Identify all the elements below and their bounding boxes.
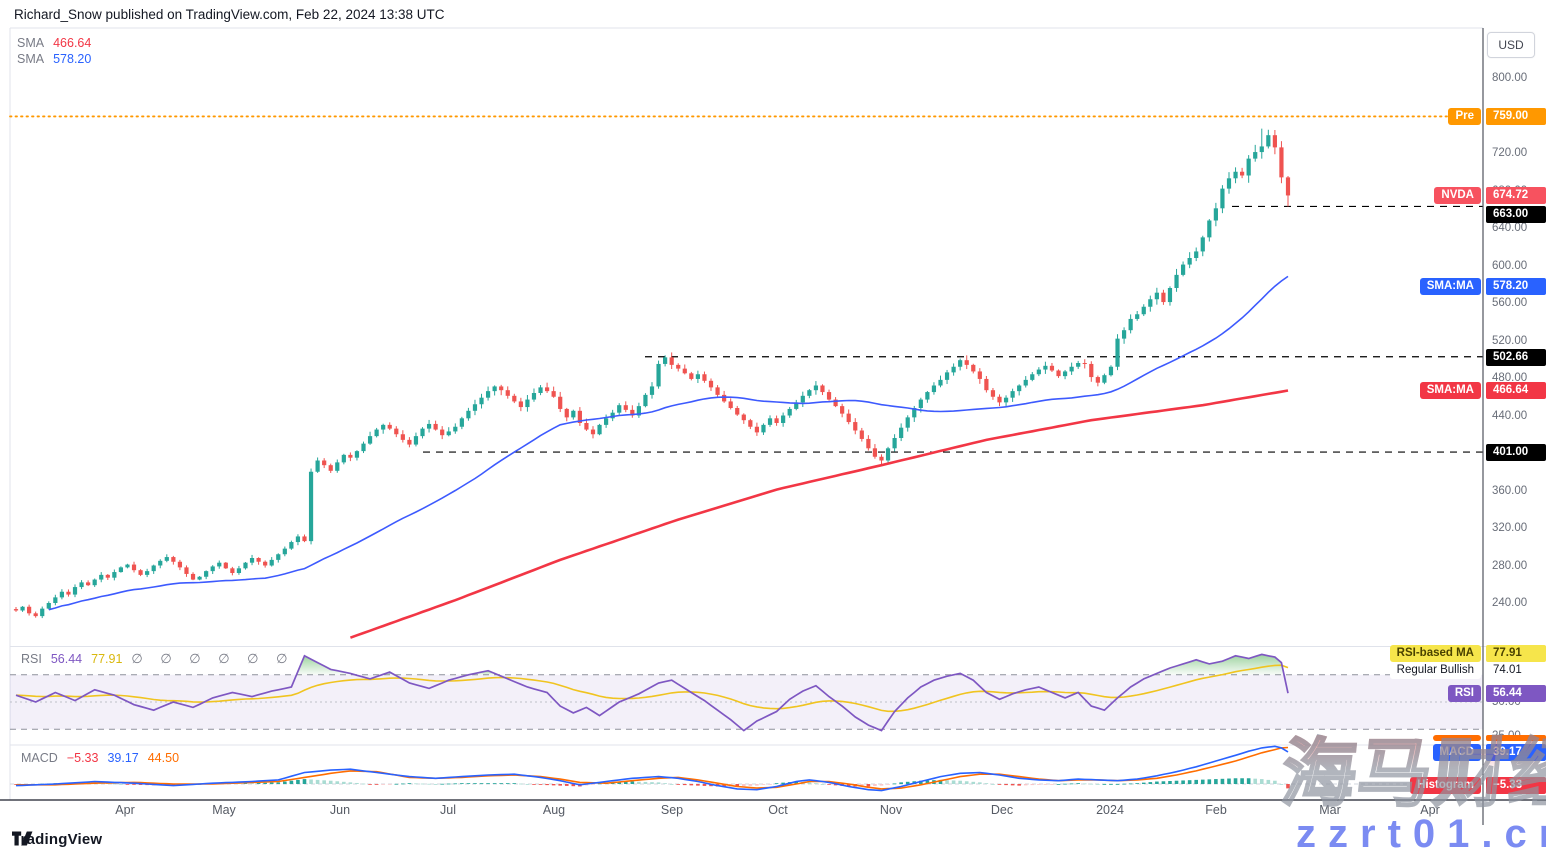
axis-value-chip: 759.00 [1486,108,1546,125]
axis-tag-chip: Pre [1448,108,1481,125]
axis-value-chip: 502.66 [1486,349,1546,366]
month-label: Dec [991,803,1013,817]
price-tick: 520.00 [1492,333,1527,349]
price-tick: 800.00 [1492,70,1527,86]
sma-fast-value: 466.64 [53,35,91,51]
axis-value-chip: 77.91 [1486,645,1546,662]
sma-fast-row: SMA 466.64 [17,35,91,51]
month-label: Sep [661,803,683,817]
watermark-chinese: 海马财经 [1278,735,1546,813]
candles-layer [14,129,1290,618]
sma-fast-label: SMA [17,35,44,51]
month-label: Nov [880,803,902,817]
sma-slow-row: SMA 578.20 [17,51,91,67]
price-tick: 240.00 [1492,595,1527,611]
month-label: 2024 [1096,803,1124,817]
macd-signal-value: 44.50 [148,751,179,765]
tradingview-chart-page: Richard_Snow published on TradingView.co… [0,0,1546,857]
month-label: Jul [440,803,456,817]
axis-value-chip: 56.44 [1486,685,1546,702]
main-chart-svg[interactable] [0,0,1546,857]
month-label: Apr [115,803,134,817]
axis-tag-chip: RSI [1448,685,1481,702]
currency-toggle-button[interactable]: USD [1487,32,1535,58]
price-tick: 600.00 [1492,258,1527,274]
macd-hist-value: −5.33 [67,751,99,765]
axis-value-chip: 401.00 [1486,444,1546,461]
month-label: Aug [543,803,565,817]
macd-label: MACD [21,751,58,765]
price-tick: 560.00 [1492,295,1527,311]
month-label: Jun [330,803,350,817]
price-tick: 320.00 [1492,520,1527,536]
axis-tag-chip: NVDA [1434,187,1481,204]
rsi-value: 56.44 [51,652,82,666]
axis-tag-chip: SMA:MA [1420,278,1481,295]
axis-value-chip: 74.01 [1486,662,1546,679]
axis-tag-chip: RSI-based MA [1390,645,1481,662]
macd-line-value: 39.17 [107,751,138,765]
macd-legend: MACD −5.33 39.17 44.50 [21,751,179,765]
price-tick: 360.00 [1492,483,1527,499]
axis-value-chip: 663.00 [1486,206,1546,223]
rsi-label: RSI [21,652,42,666]
axis-tag-chip: SMA:MA [1420,382,1481,399]
sma200-line [350,391,1288,638]
rsi-overbought-fill [1154,654,1285,674]
watermark-site: zzrt01.cn [1296,812,1546,857]
sma-slow-label: SMA [17,51,44,67]
month-label: Feb [1205,803,1227,817]
tradingview-link[interactable]: TradingView [12,831,102,848]
axis-value-chip: 578.20 [1486,278,1546,295]
axis-value-chip: 674.72 [1486,187,1546,204]
sma-legend: SMA 466.64 SMA 578.20 [17,35,91,67]
rsi-empty-icons: ∅ ∅ ∅ ∅ ∅ ∅ [131,651,294,667]
price-tick: 720.00 [1492,145,1527,161]
sma-slow-value: 578.20 [53,51,91,67]
tradingview-logo-icon [12,831,36,846]
month-label: May [212,803,236,817]
month-label: Oct [768,803,787,817]
price-tick: 280.00 [1492,558,1527,574]
axis-tag-chip: Regular Bullish [1390,662,1481,679]
rsi-ma-value: 77.91 [91,652,122,666]
price-tick: 440.00 [1492,408,1527,424]
sma50-line [49,276,1288,609]
axis-value-chip: 466.64 [1486,382,1546,399]
rsi-legend: RSI 56.44 77.91 ∅ ∅ ∅ ∅ ∅ ∅ [21,651,294,667]
